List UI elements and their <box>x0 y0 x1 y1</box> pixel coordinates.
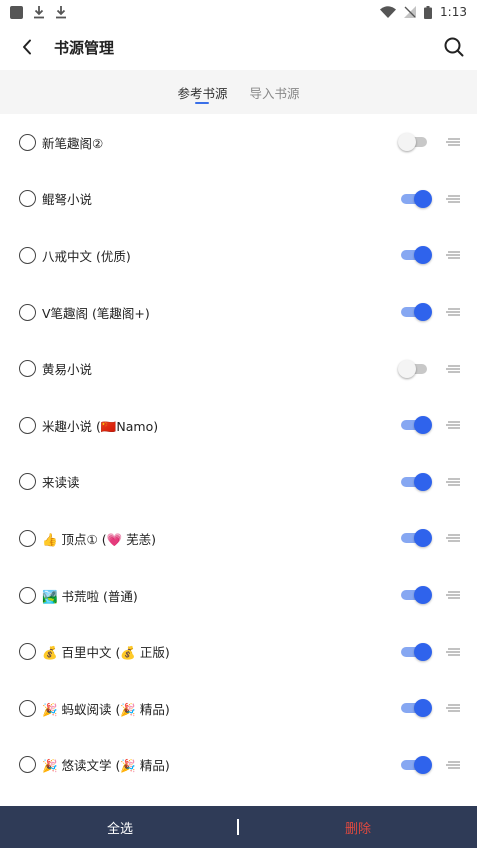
toggle-knob <box>414 416 432 435</box>
toggle-knob <box>414 303 432 322</box>
source-name: 黄易小说 <box>42 362 93 378</box>
download-icon <box>34 6 44 19</box>
source-list: 新笔趣阁② 鲲弩小说八戒中文 (优质) V笔趣阁 (笔趣阁+) 黄易小说米趣小说 (🇨… <box>0 114 477 793</box>
drag-handle-icon[interactable] <box>444 136 460 148</box>
app-bar: 书源管理 <box>0 24 477 70</box>
source-row[interactable]: 新笔趣阁② <box>0 114 477 171</box>
drag-handle-icon[interactable] <box>444 702 460 714</box>
select-radio[interactable] <box>19 190 36 208</box>
toggle-knob <box>414 699 432 718</box>
toggle-knob <box>414 529 432 548</box>
enable-toggle[interactable] <box>397 642 433 662</box>
source-row[interactable]: 米趣小说 (🇨🇳Namo) <box>0 397 477 454</box>
download-icon <box>56 6 66 19</box>
source-row[interactable]: 🎉 悠读文学 (🎉 精品) <box>0 737 477 794</box>
tab-bar: 参考书源 导入书源 <box>0 70 477 114</box>
enable-toggle[interactable] <box>397 415 433 435</box>
enable-toggle[interactable] <box>397 132 433 152</box>
drag-handle-icon[interactable] <box>444 589 460 601</box>
enable-toggle[interactable] <box>397 585 433 605</box>
bottom-action-bar: 全选 删除 <box>0 806 477 848</box>
source-name: 新笔趣阁② <box>42 135 104 151</box>
select-radio[interactable] <box>19 586 36 604</box>
source-row[interactable]: 来读读 <box>0 454 477 511</box>
battery-icon <box>424 5 433 19</box>
drag-handle-icon[interactable] <box>444 249 460 261</box>
enable-toggle[interactable] <box>397 528 433 548</box>
enable-toggle[interactable] <box>397 472 433 492</box>
select-radio[interactable] <box>19 246 36 264</box>
toggle-knob <box>414 642 432 661</box>
wifi-icon <box>380 6 397 18</box>
source-row[interactable]: 🏞️ 书荒啦 (普通) <box>0 567 477 624</box>
select-radio[interactable] <box>19 416 36 434</box>
source-name: 🎉 蚂蚁阅读 (🎉 精品) <box>42 701 170 717</box>
source-name: 👍 顶点① (💗 芜恙) <box>42 531 157 547</box>
chevron-left-icon <box>23 39 31 55</box>
select-radio[interactable] <box>19 643 36 661</box>
source-row[interactable]: 八戒中文 (优质) <box>0 227 477 284</box>
source-row[interactable]: 👍 顶点① (💗 芜恙) <box>0 510 477 567</box>
drag-handle-icon[interactable] <box>444 532 460 544</box>
source-name: 八戒中文 (优质) <box>42 248 131 264</box>
source-name: 米趣小说 (🇨🇳Namo) <box>42 418 159 434</box>
tab-import-sources[interactable]: 导入书源 <box>250 70 300 114</box>
notification-app-icon <box>10 5 23 19</box>
drag-handle-icon[interactable] <box>444 306 460 318</box>
delete-button[interactable]: 删除 <box>328 806 388 848</box>
toggle-knob <box>398 359 416 378</box>
enable-toggle[interactable] <box>397 698 433 718</box>
source-row[interactable]: 鲲弩小说 <box>0 171 477 228</box>
select-radio[interactable] <box>19 699 36 717</box>
toggle-knob <box>414 246 432 265</box>
source-row[interactable]: 黄易小说 <box>0 340 477 397</box>
drag-handle-icon[interactable] <box>444 759 460 771</box>
enable-toggle[interactable] <box>397 245 433 265</box>
select-radio[interactable] <box>19 473 36 491</box>
enable-toggle[interactable] <box>397 189 433 209</box>
toggle-knob <box>414 189 432 208</box>
source-row[interactable]: V笔趣阁 (笔趣阁+) <box>0 284 477 341</box>
drag-handle-icon[interactable] <box>444 363 460 375</box>
status-bar: 1:13 <box>0 0 477 24</box>
select-all-button[interactable]: 全选 <box>90 806 150 848</box>
toggle-knob <box>398 133 416 152</box>
no-signal-icon <box>404 6 417 18</box>
drag-handle-icon[interactable] <box>444 476 460 488</box>
toggle-knob <box>414 755 432 774</box>
enable-toggle[interactable] <box>397 302 433 322</box>
source-name: 🏞️ 书荒啦 (普通) <box>42 588 138 604</box>
source-name: 鲲弩小说 <box>42 192 93 208</box>
tab-reference-sources[interactable]: 参考书源 <box>177 70 228 114</box>
drag-handle-icon[interactable] <box>444 419 460 431</box>
source-name: 来读读 <box>42 475 80 491</box>
source-row[interactable]: 💰 百里中文 (💰 正版) <box>0 623 477 680</box>
source-name: 💰 百里中文 (💰 正版) <box>42 645 170 661</box>
divider <box>237 819 239 835</box>
search-icon <box>444 37 464 57</box>
select-radio[interactable] <box>19 360 36 378</box>
select-radio[interactable] <box>19 303 36 321</box>
toggle-knob <box>414 472 432 491</box>
enable-toggle[interactable] <box>397 359 433 379</box>
select-radio[interactable] <box>19 133 36 151</box>
status-time: 1:13 <box>440 5 467 19</box>
toggle-knob <box>414 586 432 605</box>
page-title: 书源管理 <box>54 38 115 57</box>
drag-handle-icon[interactable] <box>444 646 460 658</box>
search-button[interactable] <box>439 32 469 62</box>
select-radio[interactable] <box>19 529 36 547</box>
back-button[interactable] <box>12 32 42 62</box>
source-name: 🎉 悠读文学 (🎉 精品) <box>42 758 170 774</box>
select-radio[interactable] <box>19 756 36 774</box>
drag-handle-icon[interactable] <box>444 193 460 205</box>
source-name: V笔趣阁 (笔趣阁+) <box>42 305 150 321</box>
enable-toggle[interactable] <box>397 755 433 775</box>
source-row[interactable]: 🎉 蚂蚁阅读 (🎉 精品) <box>0 680 477 737</box>
